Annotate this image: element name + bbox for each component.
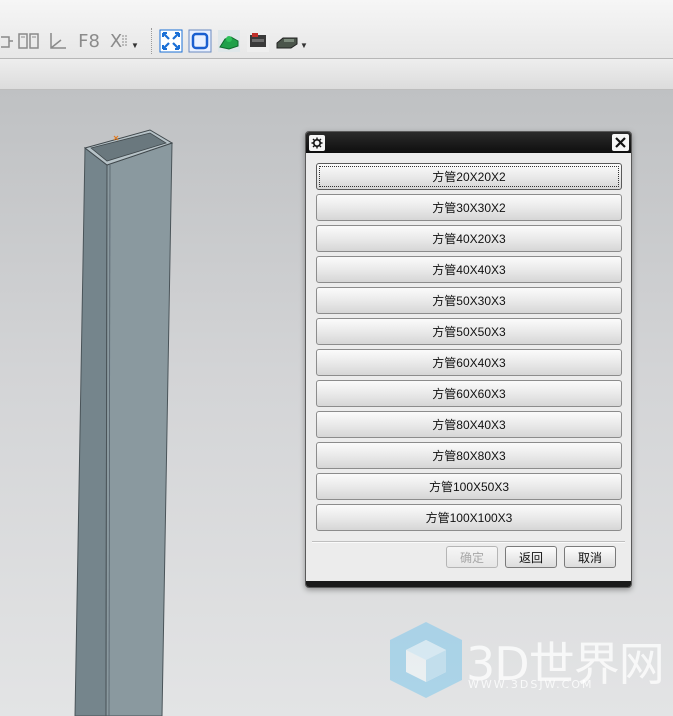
dialog-divider bbox=[312, 541, 625, 543]
top-toolbar: F8 X ▼ ▼ bbox=[0, 0, 673, 58]
cancel-button[interactable]: 取消 bbox=[564, 546, 616, 568]
ok-button[interactable]: 确定 bbox=[446, 546, 498, 568]
tube-front-face bbox=[74, 146, 108, 716]
snap-view-icon[interactable]: F8 bbox=[74, 28, 104, 54]
profile-button-80x40x3[interactable]: 方管80X40X3 bbox=[316, 411, 622, 438]
machine-part-icon[interactable] bbox=[274, 28, 300, 54]
toolbar-divider bbox=[151, 28, 153, 54]
rounded-square-icon[interactable] bbox=[187, 28, 213, 54]
show-hide-icon[interactable]: X bbox=[107, 28, 131, 54]
profile-select-dialog: 方管20X20X2 方管30X30X2 方管40X20X3 方管40X40X3 … bbox=[305, 131, 632, 588]
profile-button-50x50x3[interactable]: 方管50X50X3 bbox=[316, 318, 622, 345]
wcs-icon[interactable] bbox=[45, 28, 71, 54]
profile-button-60x60x3[interactable]: 方管60X60X3 bbox=[316, 380, 622, 407]
profile-button-80x80x3[interactable]: 方管80X80X3 bbox=[316, 442, 622, 469]
dialog-bottom-bar bbox=[306, 581, 631, 587]
fit-view-icon[interactable] bbox=[158, 28, 184, 54]
views-icon[interactable] bbox=[16, 28, 42, 54]
layer-copy-icon[interactable] bbox=[0, 28, 14, 54]
profile-button-50x30x3[interactable]: 方管50X30X3 bbox=[316, 287, 622, 314]
green-part-icon[interactable] bbox=[216, 28, 242, 54]
assembly-block-icon[interactable] bbox=[245, 28, 271, 54]
profile-button-100x50x3[interactable]: 方管100X50X3 bbox=[316, 473, 622, 500]
tool-group-2: ▼ bbox=[158, 27, 308, 55]
gear-icon[interactable] bbox=[309, 135, 325, 151]
back-button[interactable]: 返回 bbox=[505, 546, 557, 568]
chevron-down-icon[interactable]: ▼ bbox=[131, 28, 139, 54]
watermark-cube-logo-icon bbox=[390, 622, 462, 698]
chevron-down-icon[interactable]: ▼ bbox=[300, 28, 308, 54]
watermark-url: WWW.3DSJW.COM bbox=[468, 678, 594, 691]
profile-button-60x40x3[interactable]: 方管60X40X3 bbox=[316, 349, 622, 376]
profile-button-40x20x3[interactable]: 方管40X20X3 bbox=[316, 225, 622, 252]
tube-side-face bbox=[105, 142, 173, 716]
profile-button-20x20x2[interactable]: 方管20X20X2 bbox=[316, 163, 622, 190]
profile-button-list: 方管20X20X2 方管30X30X2 方管40X20X3 方管40X40X3 … bbox=[316, 163, 622, 535]
profile-button-30x30x2[interactable]: 方管30X30X2 bbox=[316, 194, 622, 221]
profile-button-100x100x3[interactable]: 方管100X100X3 bbox=[316, 504, 622, 531]
ribbon-strip bbox=[0, 59, 673, 90]
view-tool-group: F8 X ▼ bbox=[0, 27, 139, 55]
profile-button-40x40x3[interactable]: 方管40X40X3 bbox=[316, 256, 622, 283]
close-icon[interactable] bbox=[612, 134, 629, 151]
dialog-titlebar[interactable] bbox=[306, 132, 631, 153]
